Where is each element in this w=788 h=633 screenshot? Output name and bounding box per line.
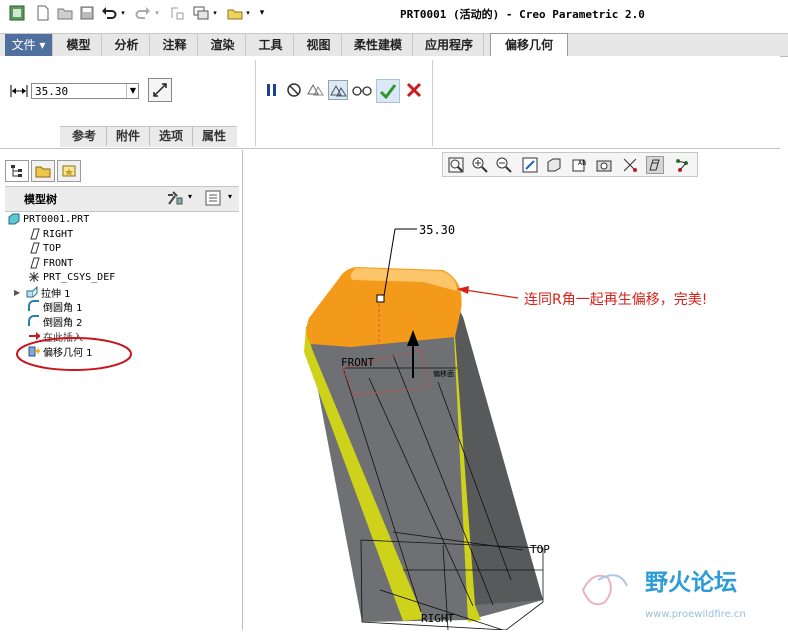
annotation-text: 连同R角一起再生偏移，完美! — [524, 292, 707, 308]
detached-preview-button[interactable] — [328, 80, 348, 100]
expand-arrow-icon[interactable]: ▶ — [14, 288, 26, 297]
tab-properties[interactable]: 属性 — [193, 126, 235, 146]
attached-preview-icon — [307, 83, 324, 96]
tab-annotate[interactable]: 注释 — [152, 34, 198, 56]
cancel-button[interactable] — [405, 81, 423, 99]
datum-plane-icon — [30, 228, 40, 240]
round-icon — [28, 315, 39, 326]
annotation-arrow — [464, 289, 519, 299]
tab-model[interactable]: 模型 — [56, 34, 102, 56]
undo-icon[interactable] — [100, 4, 118, 22]
model-tree-title: 模型树 — [24, 193, 57, 206]
datum-label-top: TOP — [530, 543, 550, 556]
highlight-ellipse — [16, 337, 132, 371]
tab-analysis[interactable]: 分析 — [104, 34, 150, 56]
drag-handle[interactable] — [376, 294, 385, 303]
ok-button[interactable] — [376, 79, 400, 103]
model-viewport: 35.30 FRONT TOP RIGHT 偏移面 连同R角一起再生偏移，完美!… — [304, 223, 746, 631]
open-folder-icon[interactable] — [56, 4, 74, 22]
model-tree-tab[interactable] — [5, 160, 29, 182]
tree-show-icon — [205, 190, 221, 206]
tab-view[interactable]: 视图 — [296, 34, 342, 56]
tab-options[interactable]: 选项 — [150, 126, 193, 146]
check-icon — [379, 84, 397, 99]
datum-plane-icon — [30, 257, 40, 269]
windows-dropdown-icon[interactable]: ▾ — [210, 4, 220, 22]
ribbon-divider — [255, 60, 256, 146]
tab-render[interactable]: 渲染 — [200, 34, 246, 56]
tree-item-top[interactable]: TOP — [28, 241, 61, 255]
datum-label-front: FRONT — [341, 356, 374, 369]
pause-button[interactable] — [264, 82, 280, 98]
surface-label: 偏移面 — [433, 369, 454, 378]
tree-item-front[interactable]: FRONT — [28, 256, 73, 270]
verify-mode-button[interactable] — [352, 82, 372, 98]
dimension-value[interactable]: 35.30 — [419, 223, 455, 237]
tab-references[interactable]: 参考 — [62, 126, 107, 146]
pause-icon — [267, 84, 276, 96]
close-window-icon[interactable] — [226, 4, 244, 22]
tree-item-round-2[interactable]: 倒圆角 2 — [28, 314, 83, 329]
detached-preview-icon — [330, 84, 347, 97]
attached-preview-button[interactable] — [306, 82, 324, 98]
flip-direction-icon — [153, 83, 167, 97]
favorites-icon — [62, 165, 76, 177]
offset-value-input[interactable]: 35.30 — [31, 83, 139, 99]
tree-show-dropdown-icon[interactable]: ▾ — [228, 192, 232, 201]
tree-settings-dropdown-icon[interactable]: ▾ — [188, 192, 192, 201]
folder-browser-tab[interactable] — [31, 160, 55, 182]
windows-icon[interactable] — [192, 4, 210, 22]
ribbon-divider — [432, 60, 433, 146]
save-icon[interactable] — [78, 4, 96, 22]
cancel-x-icon — [406, 82, 422, 98]
extrude-icon — [26, 286, 38, 298]
csys-icon — [29, 272, 39, 282]
watermark-name: 野火论坛 — [645, 569, 737, 596]
window-title: PRT0001 (活动的) - Creo Parametric 2.0 — [400, 8, 645, 21]
folder-browser-icon — [35, 166, 51, 178]
tab-file[interactable]: 文件 ▾ — [5, 34, 53, 56]
flip-direction-button[interactable] — [148, 78, 172, 102]
tree-settings-icon — [168, 191, 183, 205]
glasses-icon — [352, 86, 372, 96]
model-tree-tab-icon — [11, 165, 22, 177]
tree-item-part[interactable]: PRT0001.PRT — [8, 212, 89, 226]
watermark-url: www.proewildfire.cn — [645, 609, 746, 620]
customize-toolbar-icon[interactable]: ▾ — [256, 4, 268, 22]
undo-dropdown-icon[interactable]: ▾ — [118, 4, 128, 22]
title-bar: ▾ ▾ ▾ ▾ ▾ PRT0001 (活动的) - Creo Parametri… — [0, 0, 788, 28]
tab-flexible-modeling[interactable]: 柔性建模 — [344, 34, 413, 56]
tree-item-extrude[interactable]: ▶ 拉伸 1 — [14, 285, 71, 300]
ribbon-tab-bar: 文件 ▾ 模型 分析 注释 渲染 工具 视图 柔性建模 应用程序 偏移几何 — [0, 33, 788, 57]
tree-settings-button[interactable] — [166, 190, 184, 206]
tree-item-right[interactable]: RIGHT — [28, 227, 73, 241]
regenerate-icon[interactable] — [168, 4, 186, 22]
app-icon — [8, 4, 26, 22]
no-preview-icon — [287, 83, 301, 97]
new-file-icon[interactable] — [34, 4, 52, 22]
tree-item-csys[interactable]: PRT_CSYS_DEF — [28, 270, 115, 284]
redo-dropdown-icon[interactable]: ▾ — [152, 4, 162, 22]
redo-icon[interactable] — [134, 4, 152, 22]
close-dropdown-icon[interactable]: ▾ — [244, 4, 252, 22]
datum-plane-icon — [30, 242, 40, 254]
tab-applications[interactable]: 应用程序 — [415, 34, 484, 56]
favorites-tab[interactable] — [57, 160, 81, 182]
part-icon — [8, 213, 20, 225]
offset-distance-icon — [10, 83, 28, 99]
watermark-logo — [581, 574, 628, 606]
tab-attachments[interactable]: 附件 — [107, 126, 150, 146]
tree-item-round-1[interactable]: 倒圆角 1 — [28, 299, 83, 314]
tab-offset-geometry[interactable]: 偏移几何 — [490, 33, 568, 57]
datum-label-right: RIGHT — [421, 612, 454, 625]
round-icon — [28, 300, 39, 311]
no-preview-button[interactable] — [286, 82, 302, 98]
graphics-window[interactable]: 35.30 FRONT TOP RIGHT 偏移面 连同R角一起再生偏移，完美!… — [243, 150, 788, 631]
offset-value-dropdown-icon[interactable]: ▼ — [126, 84, 139, 98]
tree-show-button[interactable] — [205, 190, 223, 206]
tab-tools[interactable]: 工具 — [248, 34, 294, 56]
